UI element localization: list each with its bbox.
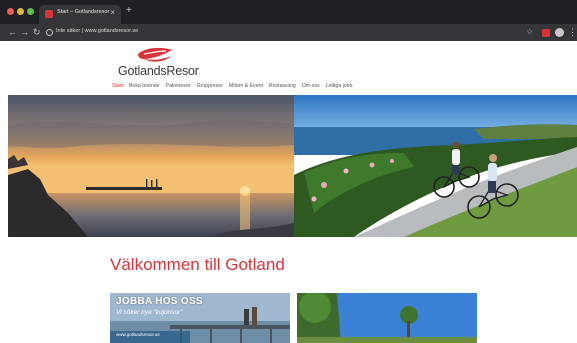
favicon-icon: [45, 10, 53, 18]
browser-tab[interactable]: Start – Gotlandsresor ×: [39, 5, 121, 24]
extension-icon[interactable]: [542, 29, 550, 37]
close-window-button[interactable]: [7, 8, 14, 15]
browser-menu-icon[interactable]: ⋮: [568, 26, 577, 38]
site-logo[interactable]: GotlandsResor: [118, 44, 199, 78]
nav-item-start[interactable]: Start: [112, 82, 123, 90]
nature-card-image: [297, 293, 477, 343]
bookmark-star-icon[interactable]: ☆: [526, 27, 533, 37]
minimize-window-button[interactable]: [17, 8, 24, 15]
jobs-card-subtitle: Vi söker nya "kujonsor": [116, 309, 183, 316]
maximize-window-button[interactable]: [27, 8, 34, 15]
nav-item-restaurang[interactable]: Restaurang: [269, 82, 296, 90]
tab-close-icon[interactable]: ×: [110, 8, 115, 18]
hero-image-sunset: [8, 95, 294, 237]
jobs-card-url: www.gotlandsresor.se: [116, 332, 160, 337]
jobs-card[interactable]: JOBBA HOS OSS Vi söker nya "kujonsor" ww…: [110, 293, 290, 343]
jobs-card-title: JOBBA HOS OSS: [116, 296, 203, 307]
welcome-heading: Välkommen till Gotland: [110, 255, 285, 274]
hero-image-cyclists: [294, 95, 577, 237]
tab-title: Start – Gotlandsresor: [57, 9, 110, 15]
nav-item-paketresor[interactable]: Paketresor: [166, 82, 191, 90]
nav-item-moten-event[interactable]: Möten & Event: [229, 82, 263, 90]
nav-item-boka-boende[interactable]: Boka boende: [129, 82, 160, 90]
nav-item-lediga-jobb[interactable]: Lediga jobb: [326, 82, 353, 90]
nature-card[interactable]: [297, 293, 477, 343]
hero-banner: [8, 95, 577, 237]
main-navigation: Start Boka boende Paketresor Gruppresor …: [112, 82, 352, 90]
nav-item-gruppresor[interactable]: Gruppresor: [197, 82, 223, 90]
browser-tab-bar: Start – Gotlandsresor × +: [0, 0, 577, 24]
profile-avatar[interactable]: [555, 28, 564, 37]
reload-icon[interactable]: ↻: [33, 26, 41, 38]
forward-arrow-icon[interactable]: →: [20, 26, 29, 38]
nav-item-om-oss[interactable]: Om oss: [302, 82, 320, 90]
new-tab-button[interactable]: +: [126, 6, 132, 16]
site-info-icon[interactable]: [46, 29, 53, 36]
address-bar[interactable]: Inte säker | www.gotlandsresor.se: [56, 28, 138, 34]
logo-wordmark: GotlandsResor: [118, 64, 199, 78]
ship-logo-icon: [138, 47, 172, 62]
back-arrow-icon[interactable]: ←: [8, 26, 17, 38]
browser-toolbar: ← → ↻ Inte säker | www.gotlandsresor.se …: [0, 24, 577, 41]
